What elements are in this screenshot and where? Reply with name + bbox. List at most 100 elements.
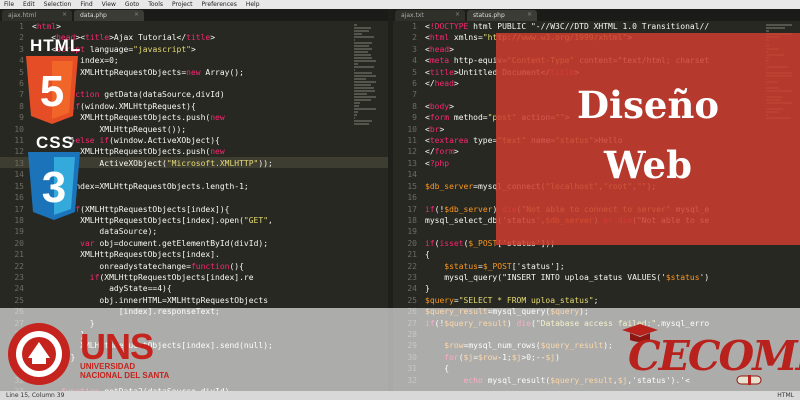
line-number: 10	[14, 124, 24, 134]
code-line: $status=$_POST['status'];	[444, 261, 565, 271]
minimap[interactable]	[354, 23, 382, 143]
menu-find[interactable]: Find	[80, 0, 92, 9]
line-number: 25	[407, 295, 417, 305]
menu-file[interactable]: File	[4, 0, 14, 9]
code-line: {	[425, 250, 430, 260]
line-number: 16	[407, 193, 417, 203]
minimap-line	[354, 27, 372, 29]
minimap-line	[354, 90, 375, 92]
menu-project[interactable]: Project	[172, 0, 193, 9]
code-line: <html>	[32, 22, 61, 31]
css-badge-label: CSS	[36, 133, 74, 152]
tab-ajax-html[interactable]: ajax.html ×	[2, 10, 72, 21]
tab-data-php[interactable]: data.php ×	[74, 10, 144, 21]
line-number: 16	[14, 193, 24, 203]
code-line: dataSource);	[32, 227, 158, 237]
line-number: 19	[407, 227, 417, 237]
line-number: 8	[412, 101, 417, 111]
minimap-line	[354, 93, 367, 95]
line-number: 8	[19, 101, 24, 111]
minimap-line	[766, 30, 769, 32]
minimap-line	[354, 42, 372, 44]
minimap-line	[354, 108, 377, 110]
line-number: 22	[14, 261, 24, 271]
code-line: obj.innerHTML=XMLHttpRequestObjects	[32, 295, 269, 305]
tab-label: ajax.txt	[401, 12, 424, 19]
minimap-line	[354, 96, 376, 98]
title-banner: Diseño Web	[496, 33, 800, 245]
minimap-line	[354, 102, 360, 104]
menu-goto[interactable]: Goto	[125, 0, 139, 9]
minimap-line	[354, 36, 374, 38]
menu-help[interactable]: Help	[246, 0, 260, 9]
minimap-line	[354, 78, 366, 80]
title-line-1: Diseño	[576, 83, 720, 127]
line-number: 11	[14, 136, 24, 146]
status-bar: Line 15, Column 39 HTML	[0, 391, 800, 400]
html5-number: 5	[40, 67, 64, 116]
minimap-line	[354, 39, 356, 41]
close-icon[interactable]: ×	[134, 11, 139, 18]
line-number: 13	[14, 158, 24, 168]
menu-edit[interactable]: Edit	[23, 0, 35, 9]
line-number: 6	[19, 79, 24, 89]
line-number: 21	[14, 250, 24, 260]
line-number: 15	[14, 181, 24, 191]
minimap-line	[766, 27, 786, 29]
line-number: 5	[19, 67, 24, 77]
line-number: 14	[407, 170, 417, 180]
line-number: 14	[14, 170, 24, 180]
syntax-mode[interactable]: HTML	[777, 392, 794, 399]
close-icon[interactable]: ×	[455, 11, 460, 18]
cecomp-logo-text: CECOMP	[628, 332, 800, 380]
code-line: if(XMLHttpRequestObjects[index].re	[89, 272, 254, 282]
minimap-line	[354, 123, 370, 125]
line-number: 21	[407, 250, 417, 260]
tab-status-php[interactable]: status.php ×	[467, 10, 537, 21]
close-icon[interactable]: ×	[527, 11, 532, 18]
close-icon[interactable]: ×	[62, 11, 67, 18]
minimap-line	[354, 99, 372, 101]
left-tab-bar: ajax.html × data.php ×	[0, 9, 388, 21]
uns-subtitle: UNIVERSIDAD NACIONAL DEL SANTA	[80, 362, 169, 380]
minimap-line	[354, 51, 369, 53]
line-number: 22	[407, 261, 417, 271]
code-line: }else if(window.ActiveXObject){	[32, 136, 220, 146]
minimap-line	[354, 75, 377, 77]
code-line: adyState==4){	[32, 284, 172, 294]
minimap-line	[354, 105, 359, 107]
menu-view[interactable]: View	[102, 0, 116, 9]
menu-preferences[interactable]: Preferences	[202, 0, 237, 9]
minimap-line	[354, 54, 372, 56]
title-line-2: Web	[604, 143, 692, 187]
line-number: 23	[14, 272, 24, 282]
line-number: 10	[407, 124, 417, 134]
line-number: 2	[19, 33, 24, 43]
line-number: 7	[19, 90, 24, 100]
code-line: $query="SELECT * FROM uploa_status";	[425, 295, 599, 305]
html5-shield-icon: 5	[26, 56, 78, 124]
minimap-line	[354, 72, 373, 74]
minimap-line	[354, 57, 372, 59]
tab-label: ajax.html	[8, 12, 37, 19]
tab-label: status.php	[473, 12, 505, 19]
line-number: 7	[412, 90, 417, 100]
code-line: XMLHttpRequestObjects[index].	[32, 250, 220, 260]
line-number: 3	[19, 44, 24, 54]
menu-tools[interactable]: Tools	[148, 0, 163, 9]
tab-ajax-txt[interactable]: ajax.txt ×	[395, 10, 465, 21]
uns-subtitle-line-2: NACIONAL DEL SANTA	[80, 371, 170, 380]
line-number: 18	[14, 215, 24, 225]
uns-seal-icon	[8, 323, 70, 385]
line-number: 11	[407, 136, 417, 146]
line-number: 2	[412, 33, 417, 43]
menu-selection[interactable]: Selection	[44, 0, 72, 9]
minimap-line	[354, 84, 372, 86]
minimap-line	[354, 30, 370, 32]
menu-bar: File Edit Selection Find View Goto Tools…	[0, 0, 800, 9]
line-number: 20	[14, 238, 24, 248]
line-number: 24	[407, 284, 417, 294]
minimap-line	[354, 114, 358, 116]
code-line: onreadystatechange=function(){	[32, 261, 244, 271]
minimap-line	[354, 63, 359, 65]
